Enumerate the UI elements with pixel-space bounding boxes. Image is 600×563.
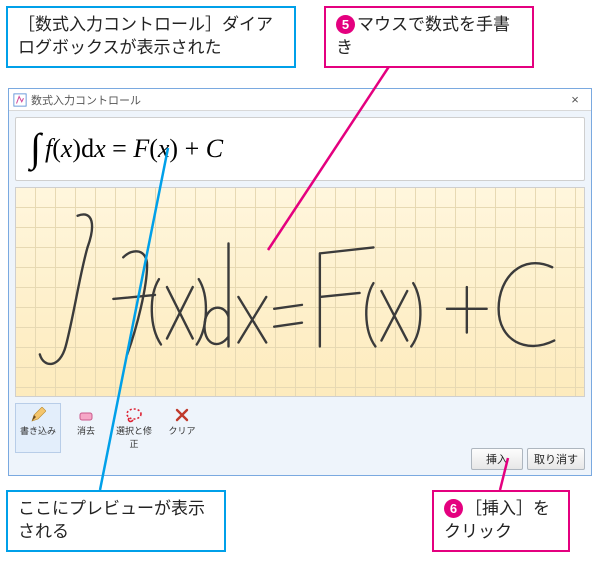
close-icon[interactable]: × <box>563 92 587 107</box>
math-input-dialog: 数式入力コントロール × ∫f(x)dx = F(x) + C <box>8 88 592 476</box>
clear-icon <box>160 406 204 424</box>
tool-clear[interactable]: クリア <box>159 403 205 453</box>
tool-erase[interactable]: 消去 <box>63 403 109 453</box>
lasso-icon <box>112 406 156 424</box>
dialog-title: 数式入力コントロール <box>31 92 141 108</box>
tool-erase-label: 消去 <box>64 424 108 437</box>
step-number-5: 5 <box>336 15 355 34</box>
tool-clear-label: クリア <box>160 424 204 437</box>
callout-step5-text: マウスで数式を手書き <box>336 15 510 57</box>
handwriting-canvas[interactable] <box>15 187 585 397</box>
tool-write-label: 書き込み <box>16 424 60 437</box>
dialog-button-bar: 挿入 取り消す <box>471 448 585 470</box>
eraser-icon <box>64 406 108 424</box>
dialog-titlebar: 数式入力コントロール × <box>9 89 591 111</box>
callout-preview-note: ここにプレビューが表示される <box>6 490 226 552</box>
app-icon <box>13 93 27 107</box>
step-number-6: 6 <box>444 499 463 518</box>
tool-select-correct[interactable]: 選択と修正 <box>111 403 157 453</box>
tool-palette: 書き込み 消去 選択と修正 クリア <box>9 399 591 455</box>
cancel-button[interactable]: 取り消す <box>527 448 585 470</box>
formula-preview: ∫f(x)dx = F(x) + C <box>15 117 585 181</box>
callout-step5: 5マウスで数式を手書き <box>324 6 534 68</box>
tool-write[interactable]: 書き込み <box>15 403 61 453</box>
callout-step6: 6［挿入］をクリック <box>432 490 570 552</box>
pencil-icon <box>16 406 60 424</box>
insert-button[interactable]: 挿入 <box>471 448 523 470</box>
callout-dialog-shown: ［数式入力コントロール］ダイアログボックスが表示された <box>6 6 296 68</box>
tool-select-label: 選択と修正 <box>112 424 156 450</box>
